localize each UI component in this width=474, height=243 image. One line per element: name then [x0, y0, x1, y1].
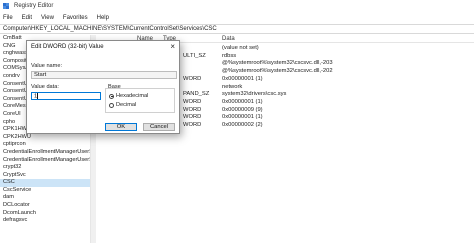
value-type: PAND_SZ [183, 91, 210, 98]
tree-item[interactable]: crypt32 [0, 164, 95, 172]
value-data-label: Value data: [31, 84, 59, 90]
ok-button[interactable]: OK [105, 123, 137, 131]
tree-item[interactable]: CPK2HWU [0, 134, 95, 142]
menu-edit[interactable]: Edit [22, 15, 32, 21]
cancel-button[interactable]: Cancel [143, 123, 175, 131]
value-type: WORD [183, 75, 202, 82]
value-data: rdbss [222, 52, 237, 59]
value-name-field[interactable]: Start [31, 71, 177, 79]
tree-item[interactable]: CscService [0, 187, 95, 195]
value-type: WORD [183, 106, 202, 113]
value-data-field[interactable]: 1 [31, 92, 101, 100]
menu-help[interactable]: Help [97, 15, 109, 21]
menu-favorites[interactable]: Favorites [63, 15, 88, 21]
value-type: WORD [183, 98, 202, 105]
tree-item[interactable]: dam [0, 194, 95, 202]
value-data: 0x00000001 (1) [222, 114, 263, 121]
value-data: network [222, 83, 243, 90]
hexadecimal-label: Hexadecimal [116, 93, 149, 99]
tree-item[interactable]: DcomLaunch [0, 210, 95, 218]
value-data: system32\drivers\csc.sys [222, 91, 287, 98]
tree-item[interactable]: DCLocator [0, 202, 95, 210]
registry-editor-icon [3, 2, 10, 9]
value-type: WORD [183, 114, 202, 121]
value-data: @%systemroot%\system32\cscsvc.dll,-202 [222, 68, 333, 75]
close-icon[interactable]: × [170, 42, 175, 51]
dialog-title: Edit DWORD (32-bit) Value [31, 44, 104, 50]
menu-bar: File Edit View Favorites Help [0, 13, 474, 23]
value-data: 0x00000009 (9) [222, 106, 263, 113]
edit-dword-dialog: Edit DWORD (32-bit) Value × Value name: … [26, 40, 180, 134]
tree-item[interactable]: cptiprcon [0, 141, 95, 149]
tree-item[interactable]: CryptSvc [0, 172, 95, 180]
value-data: 0x00000001 (1) [222, 75, 263, 82]
value-data: 0x00000002 (2) [222, 122, 263, 128]
menu-file[interactable]: File [3, 15, 13, 21]
value-data: @%systemroot%\system32\cscsvc.dll,-203 [222, 60, 333, 67]
menu-view[interactable]: View [41, 15, 54, 21]
decimal-option[interactable]: Decimal [109, 102, 136, 108]
decimal-radio[interactable] [109, 102, 114, 108]
value-data: 0x00000001 (1) [222, 98, 263, 105]
text-caret [37, 93, 39, 99]
base-groupbox [105, 88, 175, 113]
decimal-label: Decimal [116, 102, 137, 108]
tree-item[interactable]: CredentialEnrollmentManagerUserSvc [0, 157, 95, 165]
value-data: (value not set) [222, 45, 259, 51]
hexadecimal-option[interactable]: Hexadecimal [109, 93, 148, 99]
value-type: WORD [183, 122, 202, 128]
window-title: Registry Editor [14, 2, 54, 9]
hexadecimal-radio[interactable] [109, 93, 114, 99]
title-bar: Registry Editor [0, 0, 474, 11]
tree-item[interactable]: CredentialEnrollmentManagerUserSvc [0, 149, 95, 157]
value-type: ULTI_SZ [183, 52, 206, 59]
tree-item[interactable]: defragsvc [0, 217, 95, 225]
tree-item[interactable]: CSC [0, 179, 95, 187]
value-name-label: Value name: [31, 63, 62, 69]
address-bar[interactable]: Computer\HKEY_LOCAL_MACHINE\SYSTEM\Curre… [0, 24, 474, 34]
column-header-data[interactable]: Data [222, 36, 235, 42]
